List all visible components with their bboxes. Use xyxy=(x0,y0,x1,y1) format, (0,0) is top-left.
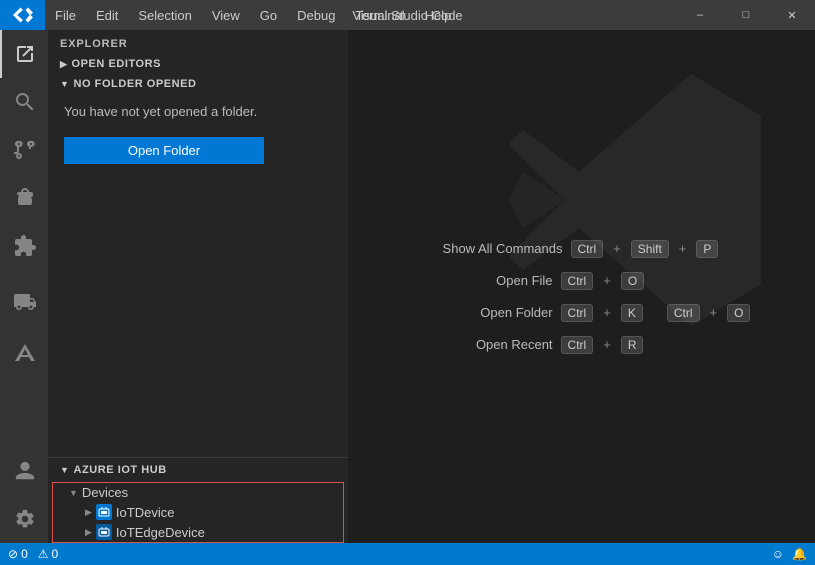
errors-count: 0 xyxy=(21,547,28,561)
feedback-button[interactable]: ☺ xyxy=(772,547,784,561)
errors-status[interactable]: ⊘ 0 xyxy=(8,547,28,561)
accounts-icon[interactable] xyxy=(0,447,48,495)
title-bar: File Edit Selection View Go Debug Termin… xyxy=(0,0,815,30)
open-editors-label: Open Editors xyxy=(71,58,161,70)
azure-iot-section: ▼ Azure IoT Hub ▼ Devices ▶ xyxy=(48,457,348,543)
devices-item[interactable]: ▼ Devices xyxy=(53,483,343,502)
minimize-button[interactable]: – xyxy=(677,0,723,30)
menu-file[interactable]: File xyxy=(45,0,86,30)
activity-source-control[interactable] xyxy=(0,126,48,174)
menu-view[interactable]: View xyxy=(202,0,250,30)
activity-bar-bottom xyxy=(0,447,48,543)
open-editors-chevron: ▶ xyxy=(60,59,67,70)
activity-explorer[interactable] xyxy=(0,30,48,78)
sidebar: Explorer ▶ Open Editors ▼ No Folder Open… xyxy=(48,30,348,543)
iot-edge-device-item[interactable]: ▶ IoTEdgeDevice xyxy=(53,522,343,542)
open-folder-button[interactable]: Open Folder xyxy=(64,137,264,164)
vscode-watermark xyxy=(495,60,775,340)
iot-edge-device-icon xyxy=(96,524,112,540)
iot-device-label: IoTDevice xyxy=(116,505,175,520)
open-editors-section[interactable]: ▶ Open Editors xyxy=(48,54,348,74)
warnings-status[interactable]: ⚠ 0 xyxy=(38,547,58,561)
no-folder-chevron: ▼ xyxy=(60,79,69,89)
no-folder-section[interactable]: ▼ No Folder Opened xyxy=(48,74,348,94)
settings-icon[interactable] xyxy=(0,495,48,543)
no-folder-message: You have not yet opened a folder. xyxy=(48,94,348,129)
smiley-icon: ☺ xyxy=(772,547,784,561)
iot-edge-device-label: IoTEdgeDevice xyxy=(116,525,205,540)
activity-extensions[interactable] xyxy=(0,222,48,270)
azure-iot-chevron: ▼ xyxy=(60,465,69,475)
no-folder-label: No Folder Opened xyxy=(73,78,196,90)
iot-device-chevron: ▶ xyxy=(85,507,92,518)
status-left: ⊘ 0 ⚠ 0 xyxy=(8,547,58,561)
status-right: ☺ 🔔 xyxy=(772,547,807,561)
maximize-button[interactable]: □ xyxy=(723,0,769,30)
menu-edit[interactable]: Edit xyxy=(86,0,128,30)
window-controls: – □ ✕ xyxy=(677,0,815,30)
main-content: Show All Commands Ctrl + Shift + P Open … xyxy=(348,30,815,543)
iot-edge-chevron: ▶ xyxy=(85,527,92,538)
azure-iot-label: Azure IoT Hub xyxy=(73,464,166,476)
explorer-header: Explorer xyxy=(48,30,348,54)
bell-icon: 🔔 xyxy=(792,547,807,561)
activity-debug[interactable] xyxy=(0,174,48,222)
warning-icon: ⚠ xyxy=(38,547,49,561)
menu-debug[interactable]: Debug xyxy=(287,0,345,30)
devices-group: ▼ Devices ▶ IoTDevice xyxy=(52,482,344,543)
devices-label: Devices xyxy=(82,485,128,500)
azure-iot-header[interactable]: ▼ Azure IoT Hub xyxy=(48,458,348,482)
iot-device-icon xyxy=(96,504,112,520)
warnings-count: 0 xyxy=(52,547,59,561)
menu-selection[interactable]: Selection xyxy=(128,0,201,30)
activity-azure[interactable] xyxy=(0,330,48,378)
window-title: Visual Studio Code xyxy=(352,8,462,23)
app-logo xyxy=(0,0,45,30)
menu-go[interactable]: Go xyxy=(250,0,287,30)
activity-remote-explorer[interactable] xyxy=(0,278,48,326)
notifications-button[interactable]: 🔔 xyxy=(792,547,807,561)
main-layout: Explorer ▶ Open Editors ▼ No Folder Open… xyxy=(0,30,815,543)
iot-device-item[interactable]: ▶ IoTDevice xyxy=(53,502,343,522)
error-icon: ⊘ xyxy=(8,547,18,561)
close-button[interactable]: ✕ xyxy=(769,0,815,30)
activity-bar xyxy=(0,30,48,543)
activity-search[interactable] xyxy=(0,78,48,126)
devices-chevron: ▼ xyxy=(69,488,78,498)
status-bar: ⊘ 0 ⚠ 0 ☺ 🔔 xyxy=(0,543,815,565)
